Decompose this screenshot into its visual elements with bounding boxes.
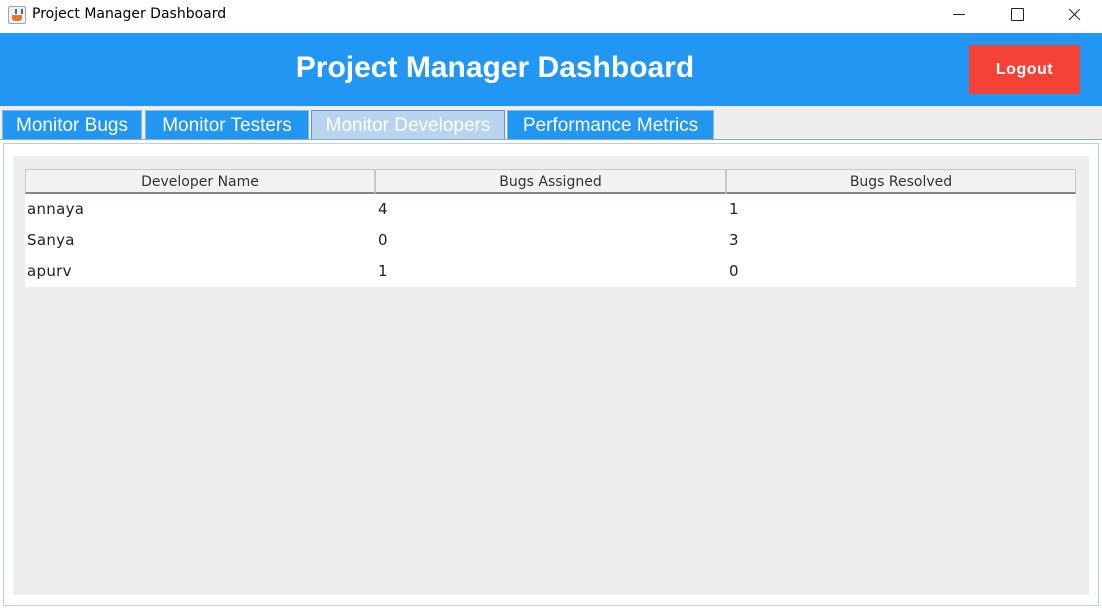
maximize-button[interactable]	[988, 0, 1046, 30]
page-title: Project Manager Dashboard	[295, 51, 695, 84]
java-cup-icon	[8, 6, 26, 24]
tab-monitor-developers[interactable]: Monitor Developers	[311, 110, 505, 140]
cell-bugs-resolved: 0	[729, 262, 739, 280]
table-row[interactable]: apurv 1 0	[25, 256, 1076, 287]
column-header-bugs-assigned[interactable]: Bugs Assigned	[375, 169, 726, 194]
cell-bugs-resolved: 3	[729, 231, 739, 249]
tab-monitor-bugs[interactable]: Monitor Bugs	[2, 110, 142, 140]
window-title: Project Manager Dashboard	[32, 6, 227, 22]
cell-developer-name: Sanya	[27, 231, 75, 249]
tab-monitor-testers[interactable]: Monitor Testers	[145, 110, 309, 140]
cell-bugs-assigned: 1	[378, 262, 388, 280]
cell-bugs-assigned: 0	[378, 231, 388, 249]
table-row[interactable]: Sanya 0 3	[25, 225, 1076, 256]
logout-button[interactable]: Logout	[969, 45, 1080, 94]
developers-table: Developer Name Bugs Assigned Bugs Resolv…	[25, 169, 1076, 287]
minimize-button[interactable]	[930, 0, 988, 30]
cell-bugs-resolved: 1	[729, 200, 739, 218]
cell-developer-name: apurv	[27, 262, 72, 280]
table-body: annaya 4 1 Sanya 0 3 apurv 1 0	[25, 194, 1076, 287]
dashboard-header: Project Manager Dashboard Logout	[0, 33, 1102, 106]
close-button[interactable]	[1044, 0, 1102, 30]
cell-bugs-assigned: 4	[378, 200, 388, 218]
table-row[interactable]: annaya 4 1	[25, 194, 1076, 225]
window-titlebar: Project Manager Dashboard	[0, 0, 1102, 32]
column-header-developer-name[interactable]: Developer Name	[25, 169, 375, 194]
table-header: Developer Name Bugs Assigned Bugs Resolv…	[25, 169, 1076, 194]
tab-performance-metrics[interactable]: Performance Metrics	[507, 110, 714, 140]
tab-strip: Monitor Bugs Monitor Testers Monitor Dev…	[0, 106, 1102, 140]
column-header-bugs-resolved[interactable]: Bugs Resolved	[726, 169, 1076, 194]
cell-developer-name: annaya	[27, 200, 85, 218]
